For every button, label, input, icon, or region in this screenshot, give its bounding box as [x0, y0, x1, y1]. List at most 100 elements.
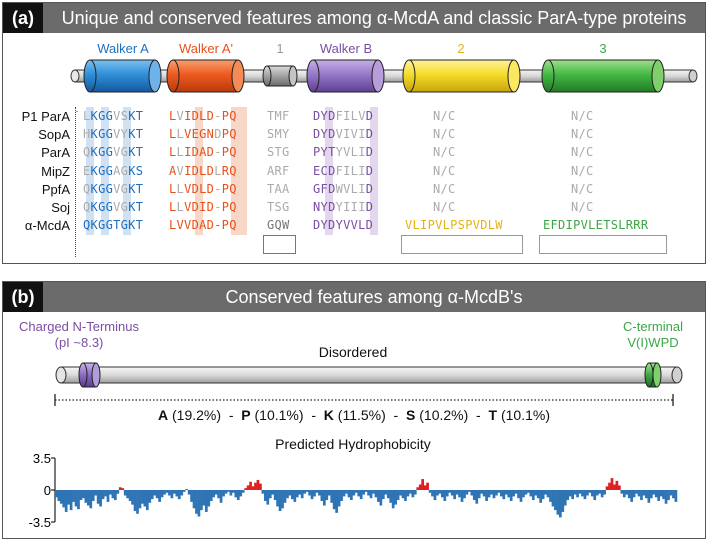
- panel-b: (b) Conserved features among α-McdB's Ch…: [2, 281, 706, 539]
- hydrophobicity-bar: [118, 487, 122, 490]
- hydrophobicity-bar: [367, 490, 370, 496]
- hydrophobicity-bar: [423, 485, 427, 490]
- hydrophobicity-bar: [59, 490, 63, 504]
- hydrophobicity-bar: [345, 490, 348, 494]
- seq-motif-1: GQW: [267, 218, 290, 233]
- hydrophobicity-bar: [492, 490, 496, 499]
- hydrophobicity-bar: [406, 490, 410, 497]
- protein-name: MipZ: [41, 163, 70, 179]
- seq-walker-a-prime: LLIDAD-PQ: [169, 145, 237, 160]
- hydrophobicity-bar: [381, 490, 385, 500]
- hydrophobicity-bar: [217, 490, 220, 499]
- walker-b-label: Walker B: [319, 41, 373, 56]
- seq-motif-3: EFDIPVLETSLRRR: [543, 218, 649, 233]
- hydrophobicity-bar: [136, 490, 139, 514]
- hydrophobicity-bar: [244, 488, 248, 490]
- walker-a-label: Walker A: [97, 41, 149, 56]
- hydrophobicity-bar: [305, 490, 309, 492]
- hydrophobicity-bar: [659, 490, 663, 497]
- hydrophobicity-bar: [57, 490, 61, 501]
- hydrophobicity-bar: [308, 490, 311, 496]
- hydrophobicity-bar: [268, 490, 272, 499]
- walker-a-prime-label: Walker A': [178, 41, 233, 56]
- hydrophobicity-bar: [261, 490, 265, 494]
- hydrophobicity-bar: [298, 490, 302, 495]
- hydrophobicity-bar: [337, 490, 341, 507]
- hydrophobicity-bar: [512, 490, 515, 497]
- motif-2-label: 2: [457, 41, 465, 56]
- hydrophobicity-bar: [443, 490, 447, 501]
- hydrophobicity-bar: [192, 490, 196, 509]
- hydrophobicity-bar: [630, 490, 633, 502]
- hydrophobicity-bar: [477, 490, 481, 499]
- hydrophobicity-bar: [541, 490, 545, 500]
- hydrophobicity-bar: [509, 490, 513, 501]
- hydrophobicity-bar: [445, 490, 449, 497]
- hydrophobicity-bar: [558, 490, 562, 518]
- hydrophobicity-bar: [91, 490, 95, 501]
- hydrophobicity-bar: [522, 490, 525, 498]
- seq-motif-3: N/C: [571, 109, 594, 123]
- hydrophobicity-bar: [126, 490, 130, 499]
- hydrophobicity-bar: [109, 490, 112, 495]
- protein-name: PpfA: [41, 181, 70, 197]
- hydrophobicity-bar: [114, 490, 117, 501]
- hydrophobicity-bar: [549, 490, 552, 502]
- hydrophobicity-bar: [300, 490, 304, 499]
- hydrophobicity-bar: [273, 490, 277, 501]
- hydrophobicity-bar: [350, 490, 353, 501]
- hydrophobicity-bar: [123, 490, 127, 496]
- hydrophobicity-bar: [539, 490, 543, 503]
- hydrophobicity-bar: [94, 490, 98, 496]
- hydrophobicity-bar: [485, 490, 488, 501]
- hydrophobicity-bar: [128, 490, 132, 501]
- hydrophobicity-bar: [256, 479, 260, 490]
- hydrophobicity-bar: [514, 490, 518, 494]
- hydrophobicity-bar: [327, 490, 331, 496]
- hydrophobicity-bar: [573, 490, 577, 495]
- hydrophobicity-bar: [394, 490, 397, 505]
- hydrophobicity-bar: [246, 485, 250, 490]
- hydrophobicity-bar: [472, 490, 476, 501]
- hydrophobicity-bar: [642, 490, 646, 496]
- hydrophobicity-bar: [352, 490, 356, 496]
- hydrophobicity-bar: [556, 490, 560, 515]
- hydrophobicity-bar: [234, 490, 238, 498]
- hydrophobicity-bar: [551, 490, 555, 507]
- hydrophobicity-bar: [374, 490, 378, 498]
- seq-motif-2: N/C: [433, 163, 456, 178]
- hydrophobicity-bar: [271, 490, 275, 495]
- hydrophobicity-bar: [362, 490, 366, 495]
- hydrophobicity-bar: [86, 490, 90, 506]
- hydrophobicity-bar: [652, 490, 656, 495]
- hydrophobicity-bar: [209, 490, 213, 501]
- hydrophobicity-bar: [563, 490, 567, 506]
- hydrophobicity-bar: [340, 490, 343, 501]
- hydrophobicity-bar: [320, 490, 324, 501]
- hydrophobicity-bar: [131, 490, 134, 505]
- hydrophobicity-chart: [51, 457, 678, 523]
- hydrophobicity-bar: [586, 490, 589, 496]
- hydrophobicity-bar: [177, 490, 181, 500]
- hydrophobicity-bar: [595, 490, 599, 496]
- hydrophobicity-bar: [404, 490, 407, 501]
- seq-motif-3: N/C: [571, 181, 594, 196]
- hydrophobicity-bar: [55, 490, 58, 498]
- hydrophobicity-bar: [89, 490, 93, 509]
- hydrophobicity-bar: [546, 490, 550, 498]
- hydrophobicity-bar: [82, 490, 85, 499]
- protein-domain-diagram: [70, 59, 698, 113]
- hydrophobicity-bar: [647, 490, 651, 503]
- hydrophobicity-bar: [529, 490, 533, 497]
- hydrophobicity-bar: [627, 490, 631, 499]
- hydrophobicity-bar: [618, 485, 621, 490]
- hydrophobicity-bar: [448, 490, 452, 493]
- hydrophobicity-bar: [605, 486, 609, 490]
- hydrophobicity-bar: [672, 490, 675, 499]
- seq-walker-a-prime: LVVDAD-PQ: [169, 218, 237, 233]
- hydrophobicity-bar: [276, 490, 279, 507]
- seq-walker-b: NYDYIIID: [313, 200, 374, 214]
- hydrophobicity-bar: [384, 490, 388, 495]
- hydrophobicity-bar: [293, 490, 297, 502]
- hydrophobicity-bar: [571, 490, 574, 500]
